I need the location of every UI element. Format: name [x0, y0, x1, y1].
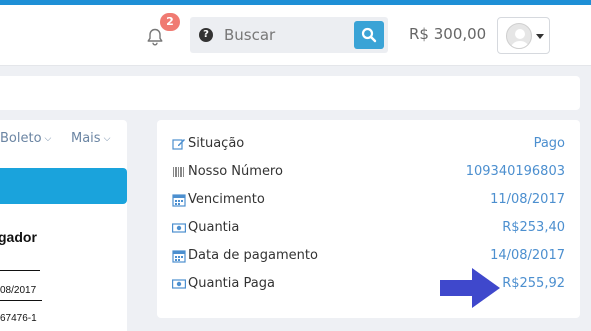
search-button[interactable] [354, 21, 384, 49]
detail-value: 109340196803 [465, 164, 565, 179]
detail-row-quantia: Quantia R$253,40 [172, 218, 565, 238]
arrow-annotation-icon [440, 268, 500, 308]
detail-value: R$255,92 [502, 276, 565, 291]
detail-row-quantia-paga: Quantia Paga R$255,92 [172, 274, 565, 294]
notification-badge[interactable]: 2 [160, 13, 180, 31]
detail-label: Quantia Paga [188, 276, 275, 291]
document-divider [0, 300, 42, 301]
document-divider [0, 270, 40, 271]
detail-row-data-pagamento: Data de pagamento 14/08/2017 [172, 246, 565, 266]
toolbar-strip [0, 76, 580, 110]
detail-value: Pago [533, 136, 565, 151]
edit-icon [172, 139, 185, 150]
search-box: ? [190, 17, 388, 53]
calendar-icon [172, 194, 186, 207]
barcode-icon [173, 167, 184, 177]
detail-label: Vencimento [188, 192, 265, 207]
detail-label: Data de pagamento [188, 248, 318, 263]
menu-boleto[interactable]: Boleto ⌵ [0, 131, 51, 146]
calendar-icon [172, 250, 186, 263]
detail-row-situacao: Situação Pago [172, 134, 565, 154]
document-title: gador [0, 229, 37, 245]
detail-value: 11/08/2017 [490, 192, 565, 207]
menu-mais-label: Mais [71, 131, 101, 146]
balance-display: R$ 300,00 [409, 25, 487, 43]
menu-mais[interactable]: Mais ⌵ [71, 131, 110, 146]
caret-down-icon [536, 34, 544, 39]
money-icon [172, 223, 186, 233]
money-icon [172, 279, 186, 289]
chevron-down-icon: ⌵ [44, 134, 52, 144]
help-icon[interactable]: ? [199, 28, 213, 42]
detail-row-vencimento: Vencimento 11/08/2017 [172, 190, 565, 210]
chevron-down-icon: ⌵ [103, 134, 111, 144]
detail-label: Nosso Número [188, 164, 283, 179]
detail-row-nosso-numero: Nosso Número 109340196803 [172, 162, 565, 182]
detail-value: 14/08/2017 [490, 248, 565, 263]
avatar [506, 23, 532, 49]
document-line-1: 08/2017 [0, 285, 37, 296]
search-input[interactable] [224, 17, 349, 53]
left-blue-header [0, 168, 127, 204]
detail-label: Situação [188, 136, 245, 151]
document-line-2: 67476-1 [0, 313, 37, 324]
bell-icon[interactable] [145, 27, 165, 47]
user-menu-button[interactable] [497, 17, 550, 54]
detail-value: R$253,40 [502, 220, 565, 235]
left-panel: Boleto ⌵ Mais ⌵ gador 08/2017 67476-1 [0, 120, 127, 331]
menu-boleto-label: Boleto [0, 131, 42, 146]
payment-details-panel: Situação Pago Nosso Número 109340196803 … [157, 120, 580, 318]
search-icon [361, 27, 377, 43]
detail-label: Quantia [188, 220, 240, 235]
